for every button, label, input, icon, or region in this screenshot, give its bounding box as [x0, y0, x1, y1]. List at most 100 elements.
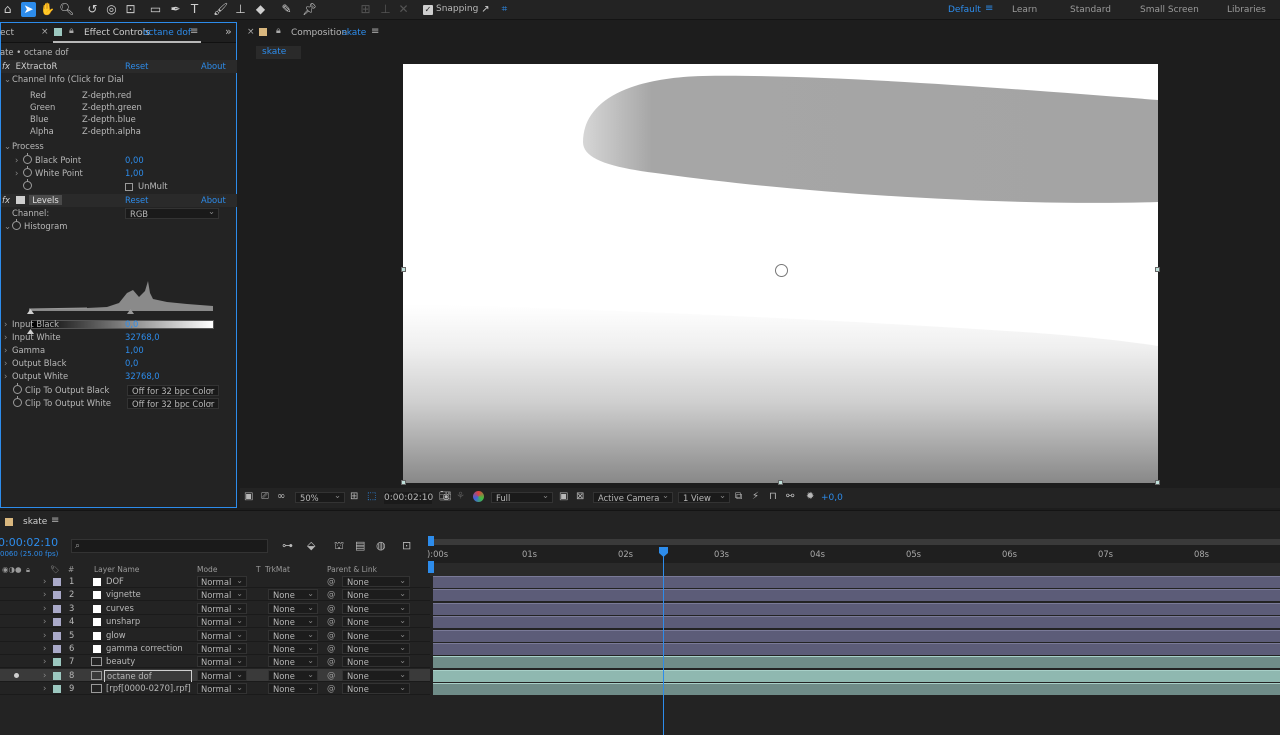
grid-overlay-icon[interactable]: ⊞ — [350, 491, 358, 502]
stopwatch-icon[interactable] — [13, 396, 22, 407]
layer-trkmat-dropdown[interactable]: None ⌄ — [268, 643, 318, 654]
type-tool-icon[interactable]: T — [187, 2, 202, 17]
panel-menu-icon[interactable]: ≡ — [51, 515, 59, 526]
workspace-default[interactable]: Default — [948, 5, 981, 15]
layer-trkmat-dropdown[interactable]: None ⌄ — [268, 589, 318, 600]
expand-right-icon[interactable]: › — [43, 588, 46, 601]
pick-whip-icon[interactable]: @ — [327, 629, 335, 642]
marker-track[interactable] — [430, 563, 1280, 576]
layer-row[interactable]: › 3 curves Normal ⌄ None ⌄ @ None ⌄ — [0, 602, 430, 615]
brush-tool-icon[interactable]: 🖌︎ — [213, 2, 228, 17]
puppet-pin-icon[interactable]: 📌︎ — [302, 2, 317, 17]
exposure-reset-icon[interactable]: ✹ — [806, 491, 814, 502]
input-black-value[interactable]: 0,0 — [125, 318, 138, 331]
clip-black-dropdown[interactable]: Off for 32 bpc Color — [127, 383, 219, 396]
layer-handle-bottom-left[interactable] — [401, 480, 406, 485]
channel-info-row[interactable]: ⌄Channel Info (Click for Dial — [4, 73, 124, 86]
layer-name[interactable]: [rpf[0000-0270].rpf] — [106, 682, 191, 695]
snap-features-icon[interactable]: ⌗ — [497, 2, 512, 17]
layer-trkmat-dropdown[interactable]: None ⌄ — [268, 670, 318, 681]
pick-whip-icon[interactable]: @ — [327, 615, 335, 628]
layer-duration-bar[interactable] — [433, 670, 1280, 682]
expand-right-icon[interactable]: › — [4, 357, 12, 370]
layer-parent-dropdown[interactable]: None ⌄ — [342, 643, 410, 654]
layer-handle-bottom-right[interactable] — [1155, 480, 1160, 485]
layer-name[interactable]: unsharp — [106, 615, 140, 628]
input-white-value[interactable]: 32768,0 — [125, 331, 160, 344]
layer-duration-bar[interactable] — [433, 630, 1280, 642]
hand-tool-icon[interactable]: ✋ — [40, 2, 55, 17]
workspace-small-screen[interactable]: Small Screen — [1140, 5, 1199, 15]
toggle-pixel-aspect-icon[interactable]: ⧉ — [735, 491, 742, 502]
eraser-tool-icon[interactable]: ◆ — [253, 2, 268, 17]
stopwatch-icon[interactable] — [23, 179, 32, 190]
layer-duration-bar[interactable] — [433, 603, 1280, 615]
stopwatch-icon[interactable] — [23, 166, 32, 177]
orbit-camera-icon[interactable]: ◎ — [104, 2, 119, 17]
work-area-bar[interactable] — [430, 539, 1280, 545]
layer-mode-dropdown[interactable]: Normal ⌄ — [197, 589, 247, 600]
layer-trkmat-dropdown[interactable]: None ⌄ — [268, 656, 318, 667]
pick-whip-icon[interactable]: @ — [327, 588, 335, 601]
layer-name[interactable]: gamma correction — [106, 642, 183, 655]
layer-duration-bar[interactable] — [433, 589, 1280, 601]
monitor-icon[interactable]: ⎚ — [261, 491, 269, 502]
expand-down-icon[interactable]: ⌄ — [4, 220, 12, 233]
selection-tool-icon[interactable]: ➤ — [21, 2, 36, 17]
playhead-line[interactable] — [663, 556, 664, 735]
effect-controls-tab-layer[interactable]: octane dof — [143, 28, 191, 38]
close-tab-icon[interactable]: × — [247, 27, 255, 37]
expand-down-icon[interactable]: ⌄ — [4, 73, 12, 86]
expand-right-icon[interactable]: › — [4, 344, 12, 357]
rectangle-tool-icon[interactable]: ▭ — [148, 2, 163, 17]
layer-label-color[interactable] — [53, 591, 61, 599]
expand-right-icon[interactable]: › — [4, 331, 12, 344]
composition-tab-name[interactable]: skate — [342, 28, 366, 38]
layer-name[interactable]: beauty — [106, 655, 135, 668]
expand-right-icon[interactable]: › — [43, 575, 46, 588]
layer-mode-dropdown[interactable]: Normal ⌄ — [197, 603, 247, 614]
expand-right-icon[interactable]: › — [15, 154, 23, 167]
expand-right-icon[interactable]: › — [43, 655, 46, 668]
camera-dropdown[interactable]: Active Camera — [593, 490, 673, 503]
stopwatch-icon[interactable] — [23, 153, 32, 164]
roto-brush-icon[interactable]: ✎ — [279, 2, 294, 17]
flowchart-icon[interactable]: ⚯ — [786, 491, 794, 502]
fast-previews-icon[interactable]: ⚡︎ — [752, 491, 759, 502]
vr-goggles-icon[interactable]: ∞ — [277, 491, 285, 502]
layer-mode-dropdown[interactable]: Normal ⌄ — [197, 670, 247, 681]
expand-right-icon[interactable]: › — [43, 669, 46, 682]
shy-layers-icon[interactable]: ⛫ — [334, 539, 344, 554]
layer-name[interactable]: curves — [106, 602, 134, 615]
clip-white-dropdown[interactable]: Off for 32 bpc Color — [127, 396, 219, 409]
layer-row[interactable]: › 9 [rpf[0000-0270].rpf] Normal ⌄ None ⌄ @ None ⌄ — [0, 682, 430, 695]
layer-duration-bar[interactable] — [433, 683, 1280, 695]
layer-row[interactable]: › 2 vignette Normal ⌄ None ⌄ @ None ⌄ — [0, 588, 430, 601]
layer-trkmat-dropdown[interactable]: None ⌄ — [268, 630, 318, 641]
layer-trkmat-dropdown[interactable]: None ⌄ — [268, 683, 318, 694]
panel-overflow-icon[interactable]: » — [225, 25, 232, 38]
layer-name[interactable]: vignette — [106, 588, 141, 601]
layer-mode-dropdown[interactable]: Normal ⌄ — [197, 616, 247, 627]
motion-blur-icon[interactable]: ◍ — [376, 539, 386, 552]
extractor-effect-header[interactable]: fx EXtractoR Reset About — [1, 60, 237, 73]
layer-label-color[interactable] — [53, 632, 61, 640]
pick-whip-icon[interactable]: @ — [327, 669, 335, 682]
layer-mode-dropdown[interactable]: Normal ⌄ — [197, 683, 247, 694]
show-snapshot-icon[interactable]: ⚘ — [456, 491, 465, 502]
home-icon[interactable]: ⌂ — [0, 2, 15, 17]
layer-row[interactable]: › 6 gamma correction Normal ⌄ None ⌄ @ None ⌄ — [0, 642, 430, 655]
levels-effect-header[interactable]: fx Levels Reset About — [1, 194, 237, 207]
channel-value-alpha[interactable]: Z-depth.alpha — [82, 125, 141, 138]
fx-icon[interactable]: fx — [2, 195, 10, 205]
pick-whip-icon[interactable]: @ — [327, 602, 335, 615]
white-point-value[interactable]: 1,00 — [125, 167, 144, 180]
layer-row[interactable]: › 5 glow Normal ⌄ None ⌄ @ None ⌄ — [0, 629, 430, 642]
layer-row[interactable]: › 4 unsharp Normal ⌄ None ⌄ @ None ⌄ — [0, 615, 430, 628]
expand-right-icon[interactable]: › — [43, 602, 46, 615]
pan-behind-icon[interactable]: ⊡ — [123, 2, 138, 17]
work-area-start-handle[interactable] — [428, 536, 434, 546]
fx-icon[interactable]: fx — [2, 61, 10, 71]
layer-parent-dropdown[interactable]: None ⌄ — [342, 670, 410, 681]
preview-always-icon[interactable]: ▣ — [244, 491, 253, 502]
